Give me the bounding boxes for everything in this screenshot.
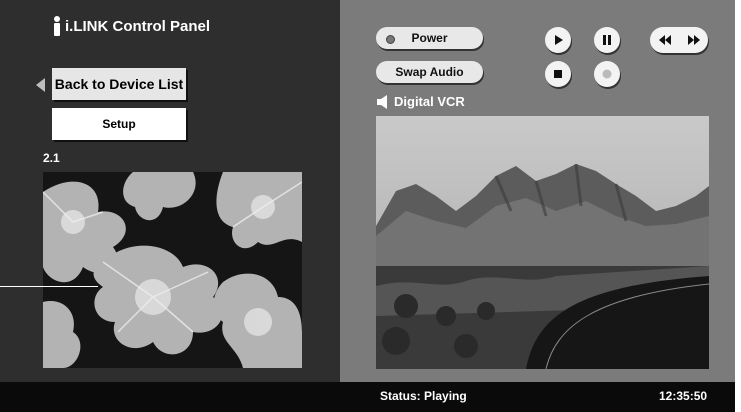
pause-button[interactable] xyxy=(594,27,620,53)
stop-icon xyxy=(554,70,562,78)
channel-preview-image[interactable] xyxy=(43,172,302,368)
status-bar xyxy=(0,382,735,412)
app-title-text: i.LINK Control Panel xyxy=(65,17,211,35)
video-display[interactable] xyxy=(376,116,709,369)
speaker-icon xyxy=(377,94,387,109)
clock: 12:35:50 xyxy=(659,389,708,403)
record-button[interactable] xyxy=(594,61,620,87)
power-indicator-icon xyxy=(386,35,395,44)
setup-button-label: Setup xyxy=(102,117,136,131)
swap-audio-label: Swap Audio xyxy=(395,65,464,79)
ilink-logo-icon xyxy=(52,16,62,36)
record-icon xyxy=(602,69,612,79)
rewind-button[interactable] xyxy=(650,27,679,53)
skip-button-group xyxy=(650,27,708,53)
stop-button[interactable] xyxy=(545,61,571,87)
power-label: Power xyxy=(411,31,448,45)
preview-connector-line xyxy=(0,286,98,287)
fast-forward-button[interactable] xyxy=(679,27,708,53)
swap-audio-button[interactable]: Swap Audio xyxy=(376,61,483,83)
leaves-image xyxy=(43,172,302,368)
pause-icon xyxy=(603,35,611,45)
channel-number: 2.1 xyxy=(43,151,60,165)
landscape-image xyxy=(376,116,709,369)
back-button-label: Back to Device List xyxy=(54,76,184,92)
rewind-icon xyxy=(658,35,671,45)
right-edge xyxy=(735,0,741,412)
app-title: i.LINK Control Panel xyxy=(52,16,210,36)
power-button[interactable]: Power xyxy=(376,27,483,49)
setup-button[interactable]: Setup xyxy=(52,108,186,140)
fast-forward-icon xyxy=(687,35,700,45)
playback-status: Status: Playing xyxy=(380,389,467,403)
play-icon xyxy=(555,35,563,45)
device-label: Digital VCR xyxy=(376,94,465,109)
back-to-device-list-button[interactable]: Back to Device List xyxy=(52,68,186,100)
play-button[interactable] xyxy=(545,27,571,53)
left-arrow-icon[interactable] xyxy=(36,78,45,92)
device-name: Digital VCR xyxy=(394,94,465,109)
